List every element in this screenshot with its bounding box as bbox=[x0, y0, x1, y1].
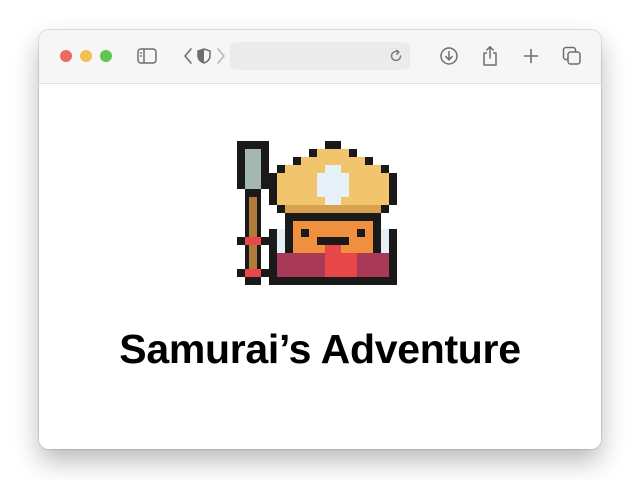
browser-toolbar bbox=[39, 30, 601, 84]
close-window-button[interactable] bbox=[60, 50, 72, 62]
page-content: Samurai’s Adventure bbox=[39, 84, 601, 449]
sidebar-icon[interactable] bbox=[136, 45, 158, 67]
browser-window: Samurai’s Adventure bbox=[39, 30, 601, 449]
reload-icon[interactable] bbox=[388, 48, 404, 64]
zoom-window-button[interactable] bbox=[100, 50, 112, 62]
new-tab-icon[interactable] bbox=[520, 45, 542, 67]
privacy-shield-icon[interactable] bbox=[195, 45, 213, 67]
share-icon[interactable] bbox=[479, 45, 501, 67]
page-title: Samurai’s Adventure bbox=[119, 326, 521, 372]
address-bar[interactable] bbox=[230, 42, 410, 70]
download-icon[interactable] bbox=[438, 45, 460, 67]
tab-overview-icon[interactable] bbox=[561, 45, 583, 67]
desktop-background: Samurai’s Adventure bbox=[0, 0, 640, 480]
forward-icon[interactable] bbox=[214, 45, 228, 67]
minimize-window-button[interactable] bbox=[80, 50, 92, 62]
back-icon[interactable] bbox=[181, 45, 195, 67]
samurai-pixel-sprite bbox=[237, 141, 397, 285]
